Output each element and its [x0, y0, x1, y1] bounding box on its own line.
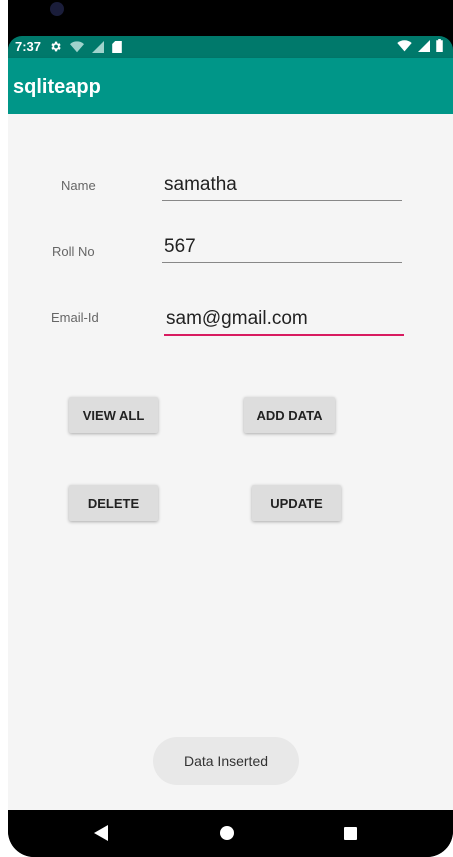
email-input[interactable]	[164, 308, 404, 336]
update-button[interactable]: UPDATE	[252, 485, 341, 521]
status-bar-right	[397, 39, 443, 52]
home-icon[interactable]	[220, 826, 234, 840]
cell-signal-icon	[418, 39, 430, 52]
delete-button[interactable]: DELETE	[69, 485, 158, 521]
signal-question-icon	[92, 40, 105, 53]
front-camera	[50, 2, 64, 16]
add-data-button[interactable]: ADD DATA	[244, 397, 335, 433]
view-all-button[interactable]: VIEW ALL	[69, 397, 158, 433]
status-bar: 7:37	[8, 36, 453, 58]
sd-card-icon	[112, 40, 122, 53]
main-content: Name Roll No Email-Id VIEW ALL ADD DATA …	[8, 114, 453, 810]
wifi-question-icon	[70, 40, 85, 52]
back-icon[interactable]	[94, 825, 108, 841]
device-frame: 7:37 sqliteapp Name samatha Roll No 567 …	[8, 0, 453, 857]
gear-icon	[51, 41, 61, 52]
roll-no-label: Roll No	[52, 244, 95, 259]
toast-message: Data Inserted	[153, 737, 299, 785]
navigation-bar	[8, 810, 453, 857]
battery-icon	[436, 39, 443, 52]
roll-no-input[interactable]	[162, 236, 402, 263]
email-label: Email-Id	[51, 310, 99, 325]
status-time: 7:37	[15, 39, 42, 54]
wifi-icon	[397, 39, 412, 51]
name-input[interactable]	[162, 174, 402, 201]
app-bar: sqliteapp	[8, 58, 453, 114]
recents-icon[interactable]	[344, 827, 357, 840]
name-label: Name	[61, 178, 96, 193]
app-title: sqliteapp	[13, 76, 101, 98]
status-bar-left: 7:37	[15, 39, 122, 54]
